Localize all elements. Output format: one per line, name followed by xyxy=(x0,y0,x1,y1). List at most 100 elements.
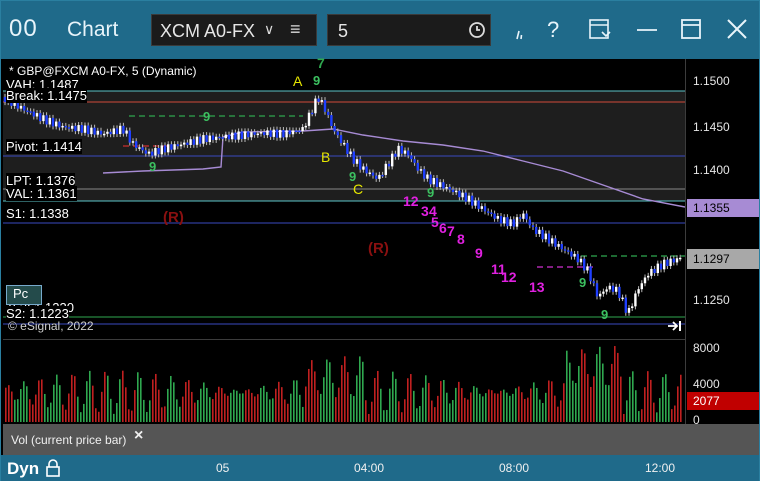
candle-body xyxy=(423,169,426,179)
volume-bar xyxy=(377,370,379,422)
volume-bar xyxy=(479,393,481,422)
volume-bar xyxy=(437,395,439,422)
volume-bar xyxy=(515,388,517,422)
candle-body xyxy=(231,132,234,140)
candle-body xyxy=(170,144,173,150)
candle-body xyxy=(371,172,375,176)
minimize-icon[interactable] xyxy=(633,13,661,45)
volume-bar xyxy=(233,389,235,422)
volume-bar xyxy=(353,396,355,422)
close-icon[interactable] xyxy=(723,13,751,45)
volume-bar xyxy=(104,371,106,422)
volume-bar xyxy=(332,382,334,422)
candle-body xyxy=(151,151,154,156)
volume-bar xyxy=(236,390,238,422)
page-menu-icon[interactable] xyxy=(587,13,615,45)
volume-bar xyxy=(197,400,199,422)
candle-body xyxy=(490,212,493,214)
candle-body xyxy=(112,128,115,135)
candle-body xyxy=(288,130,291,135)
volume-bar xyxy=(290,393,292,422)
dynamic-mode-label[interactable]: Dyn xyxy=(7,459,39,479)
candle-body xyxy=(314,98,317,114)
volume-bar xyxy=(341,365,343,422)
candle-body xyxy=(35,113,39,117)
volume-bar xyxy=(275,388,277,422)
candle-body xyxy=(650,268,653,276)
interval-input[interactable]: 5 xyxy=(327,14,491,46)
volume-bar xyxy=(185,382,187,422)
volume-bar xyxy=(137,372,139,422)
candle-body xyxy=(320,100,323,102)
volume-bar xyxy=(173,382,175,422)
volume-bar xyxy=(83,403,85,422)
volume-bar xyxy=(677,386,679,422)
candle-body xyxy=(563,249,567,251)
volume-bar xyxy=(668,392,670,422)
close-study-icon[interactable]: × xyxy=(134,427,143,445)
candle-body xyxy=(61,125,64,128)
symbol-list-icon[interactable]: ≡ xyxy=(290,19,301,40)
candle-body xyxy=(23,105,26,111)
count-7-label: 7 xyxy=(317,55,325,71)
candle-body xyxy=(506,217,509,227)
volume-bar xyxy=(98,411,100,422)
time-axis[interactable]: Dyn 05 04:00 08:00 12:00 xyxy=(1,455,759,481)
link-icon[interactable] xyxy=(505,13,533,45)
maximize-icon[interactable] xyxy=(677,13,705,45)
volume-bar xyxy=(422,387,424,422)
price-axis[interactable]: 1.1500 1.1450 1.1400 1.1355 1.1297 1.125… xyxy=(685,59,759,427)
pc-badge[interactable]: Pc xyxy=(6,285,42,305)
val-label: VAL: 1.1361 xyxy=(6,186,77,201)
volume-bar xyxy=(659,398,661,422)
volume-bar xyxy=(566,350,568,422)
green-count-label: 9 xyxy=(349,169,357,184)
candle-body xyxy=(42,115,45,122)
volume-bar xyxy=(644,387,646,422)
candle-body xyxy=(227,134,231,140)
volume-bar xyxy=(587,374,589,422)
volume-bar xyxy=(209,397,211,422)
volume-bar xyxy=(146,411,148,422)
volume-bar xyxy=(29,399,31,422)
volume-bar xyxy=(149,400,151,422)
price-plot[interactable]: * GBP@FXCM A0-FX, 5 (Dynamic) VAH: 1.148… xyxy=(3,55,686,337)
volume-bar xyxy=(281,387,283,422)
volume-bar xyxy=(362,361,364,422)
volume-bar xyxy=(251,392,253,422)
candle-body xyxy=(154,148,157,156)
lock-icon[interactable] xyxy=(45,459,61,477)
candle-body xyxy=(407,150,410,156)
candle-body xyxy=(29,111,32,113)
volume-bar xyxy=(134,390,136,422)
volume-bar xyxy=(482,396,484,422)
scroll-to-end-icon[interactable] xyxy=(667,319,683,333)
volume-bar xyxy=(128,409,130,422)
candle-body xyxy=(336,131,339,136)
volume-bar xyxy=(41,379,43,422)
volume-bar xyxy=(581,349,583,422)
interval-value: 5 xyxy=(338,21,349,41)
candle-body xyxy=(122,125,125,134)
volume-bar xyxy=(344,356,346,422)
candle-body xyxy=(144,150,147,154)
volume-bar xyxy=(269,399,271,422)
candle-body xyxy=(160,145,163,155)
volume-bar xyxy=(191,391,193,422)
candle-body xyxy=(109,131,112,135)
count-label: 6 xyxy=(439,220,447,236)
candle-body xyxy=(579,258,583,263)
candle-body xyxy=(304,125,307,128)
candle-body xyxy=(234,132,237,140)
candle-body xyxy=(557,244,560,247)
candle-body xyxy=(522,213,525,219)
time-label: 05 xyxy=(216,461,230,475)
volume-bar xyxy=(71,374,73,422)
candle-body xyxy=(343,142,346,145)
volume-pane[interactable] xyxy=(3,339,685,424)
clock-icon[interactable] xyxy=(468,21,486,39)
chevron-down-icon[interactable]: ∨ xyxy=(264,21,274,38)
candle-body xyxy=(583,258,586,271)
help-icon[interactable]: ? xyxy=(541,13,569,45)
symbol-input[interactable]: XCM A0-FX ∨ ≡ xyxy=(151,14,317,46)
